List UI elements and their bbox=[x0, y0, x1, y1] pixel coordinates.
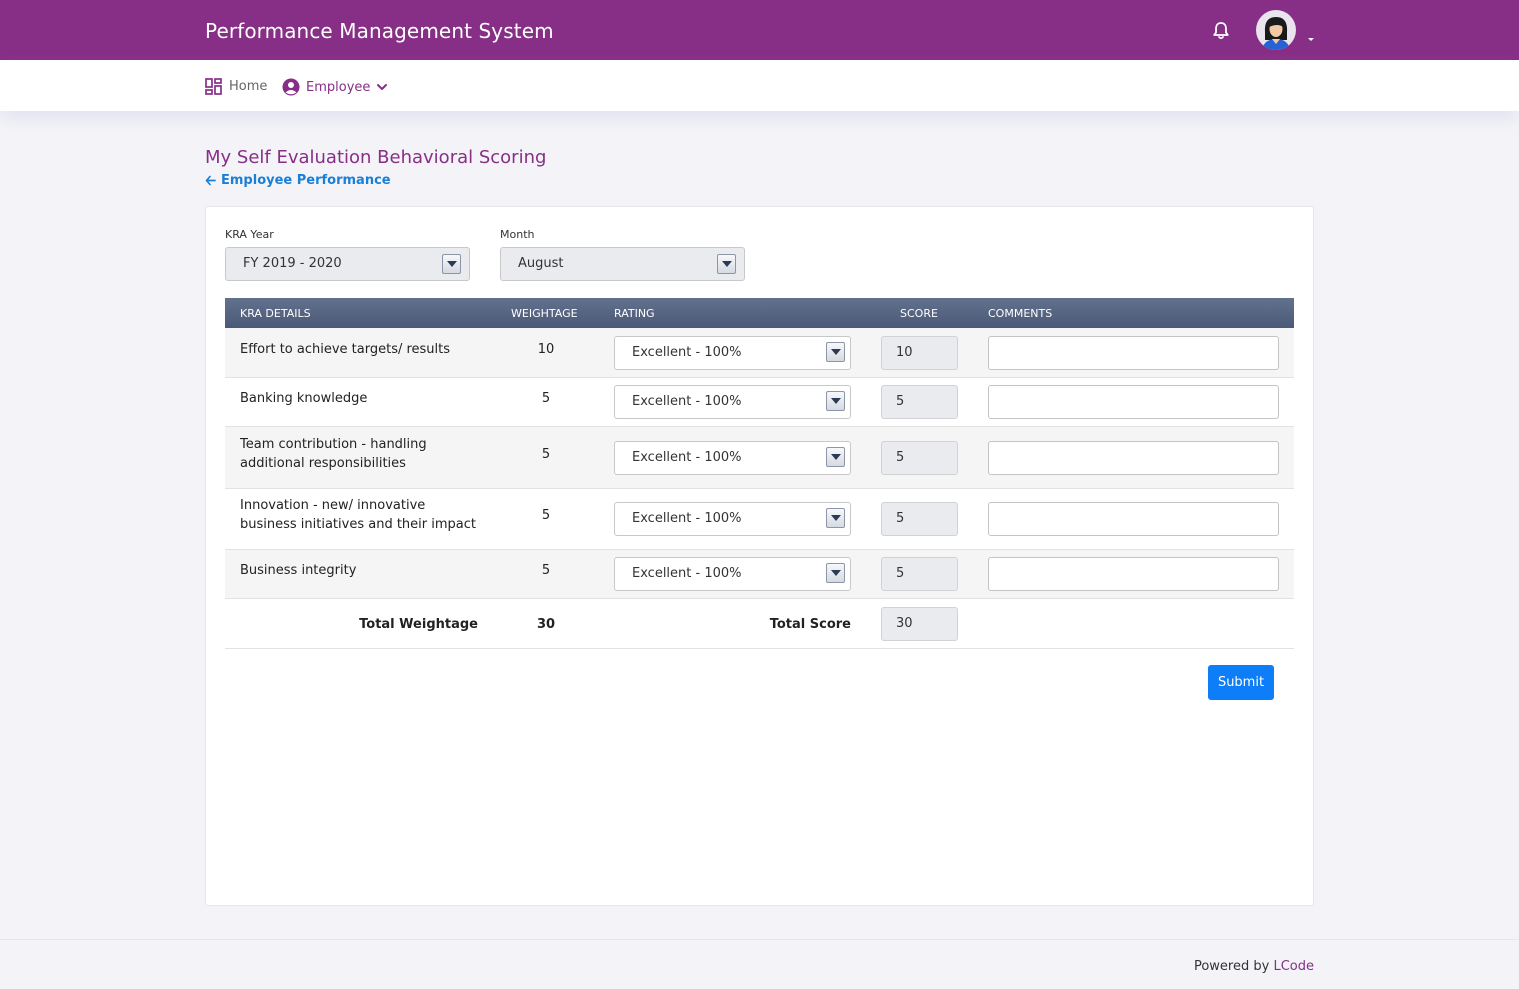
rating-select[interactable]: Excellent - 100% bbox=[614, 336, 851, 370]
column-header-rating: RATING bbox=[614, 307, 655, 320]
rating-value: Excellent - 100% bbox=[632, 394, 742, 409]
nav-home[interactable]: Home bbox=[205, 78, 267, 95]
total-score-label: Total Score bbox=[769, 617, 851, 632]
weightage-value: 5 bbox=[541, 563, 551, 578]
dropdown-arrow-icon bbox=[826, 508, 845, 528]
total-score-field: 30 bbox=[881, 607, 958, 641]
kra-detail-text: Business integrity bbox=[240, 563, 357, 578]
page-title: My Self Evaluation Behavioral Scoring bbox=[205, 147, 547, 168]
month-value: August bbox=[518, 256, 564, 271]
kra-year-label: KRA Year bbox=[225, 228, 274, 241]
nav-employee[interactable]: Employee bbox=[282, 78, 388, 96]
score-field: 5 bbox=[881, 441, 958, 475]
table-row: Innovation - new/ innovative business ini… bbox=[225, 489, 1294, 550]
column-header-weightage: WEIGHTAGE bbox=[511, 307, 578, 320]
user-circle-icon bbox=[282, 78, 300, 96]
column-header-score: SCORE bbox=[900, 307, 938, 320]
total-weightage-value: 30 bbox=[536, 617, 556, 632]
rating-value: Excellent - 100% bbox=[632, 345, 742, 360]
arrow-left-icon bbox=[205, 175, 216, 186]
rating-value: Excellent - 100% bbox=[632, 511, 742, 526]
column-header-comments: COMMENTS bbox=[988, 307, 1053, 320]
dashboard-icon bbox=[205, 78, 222, 95]
user-menu-caret-icon[interactable] bbox=[1308, 38, 1314, 41]
comment-input[interactable] bbox=[988, 441, 1279, 475]
comment-input[interactable] bbox=[988, 557, 1279, 591]
total-score-value: 30 bbox=[896, 616, 913, 631]
avatar[interactable] bbox=[1256, 10, 1296, 50]
score-field: 5 bbox=[881, 502, 958, 536]
table-row: Business integrity 5 Excellent - 100% 5 bbox=[225, 550, 1294, 599]
score-value: 5 bbox=[896, 566, 905, 581]
footer-prefix: Powered by bbox=[1193, 959, 1270, 974]
totals-row: Total Weightage 30 Total Score 30 bbox=[225, 599, 1294, 649]
score-value: 10 bbox=[896, 345, 913, 360]
score-value: 5 bbox=[896, 450, 905, 465]
weightage-value: 5 bbox=[541, 391, 551, 406]
total-weightage-label: Total Weightage bbox=[359, 617, 478, 632]
kra-detail: Business integrity bbox=[240, 561, 356, 580]
kra-detail-text: Banking knowledge bbox=[240, 391, 368, 406]
score-value: 5 bbox=[896, 511, 905, 526]
kra-detail: Innovation - new/ innovative business ini… bbox=[240, 496, 476, 534]
app-title: Performance Management System bbox=[205, 19, 554, 43]
rating-value: Excellent - 100% bbox=[632, 566, 742, 581]
kra-detail-text: business initiatives and their impact bbox=[240, 517, 476, 532]
rating-select[interactable]: Excellent - 100% bbox=[614, 557, 851, 591]
bell-icon[interactable] bbox=[1212, 21, 1230, 41]
score-field: 5 bbox=[881, 385, 958, 419]
avatar-image bbox=[1262, 17, 1290, 50]
kra-table: KRA DETAILS WEIGHTAGE RATING SCORE COMME… bbox=[225, 298, 1294, 649]
rating-select[interactable]: Excellent - 100% bbox=[614, 502, 851, 536]
comment-input[interactable] bbox=[988, 502, 1279, 536]
month-select[interactable]: August bbox=[500, 247, 745, 281]
back-link-label: Employee Performance bbox=[221, 173, 391, 188]
table-row: Team contribution - handling additional r… bbox=[225, 427, 1294, 489]
weightage-value: 10 bbox=[537, 342, 555, 357]
footer-brand-link[interactable]: LCode bbox=[1273, 959, 1314, 974]
top-bar: Performance Management System bbox=[0, 0, 1519, 60]
kra-year-select[interactable]: FY 2019 - 2020 bbox=[225, 247, 470, 281]
month-label: Month bbox=[500, 228, 535, 241]
score-field: 10 bbox=[881, 336, 958, 370]
dropdown-arrow-icon bbox=[826, 342, 845, 362]
dropdown-arrow-icon bbox=[442, 254, 461, 274]
weightage-value: 5 bbox=[541, 447, 551, 462]
kra-detail: Effort to achieve targets/ results bbox=[240, 340, 450, 359]
table-header: KRA DETAILS WEIGHTAGE RATING SCORE COMME… bbox=[225, 298, 1294, 328]
dropdown-arrow-icon bbox=[826, 563, 845, 583]
chevron-down-icon bbox=[377, 84, 388, 90]
table-row: Effort to achieve targets/ results 10 Ex… bbox=[225, 328, 1294, 378]
dropdown-arrow-icon bbox=[826, 447, 845, 467]
kra-detail-text: Team contribution - handling bbox=[240, 437, 427, 452]
kra-year-value: FY 2019 - 2020 bbox=[243, 256, 342, 271]
kra-detail-text: additional responsibilities bbox=[240, 456, 406, 471]
rating-select[interactable]: Excellent - 100% bbox=[614, 385, 851, 419]
kra-detail: Team contribution - handling additional r… bbox=[240, 435, 427, 473]
rating-select[interactable]: Excellent - 100% bbox=[614, 441, 851, 475]
kra-detail: Banking knowledge bbox=[240, 389, 367, 408]
nav-employee-label: Employee bbox=[306, 79, 371, 95]
comment-input[interactable] bbox=[988, 336, 1279, 370]
dropdown-arrow-icon bbox=[717, 254, 736, 274]
dropdown-arrow-icon bbox=[826, 391, 845, 411]
rating-value: Excellent - 100% bbox=[632, 450, 742, 465]
footer-text: Powered by LCode bbox=[1194, 959, 1314, 974]
kra-detail-text: Innovation - new/ innovative bbox=[240, 498, 426, 513]
score-field: 5 bbox=[881, 557, 958, 591]
nav-bar: Home Employee bbox=[0, 60, 1519, 111]
back-link[interactable]: Employee Performance bbox=[205, 173, 391, 188]
kra-detail-text: Effort to achieve targets/ results bbox=[240, 342, 451, 357]
comment-input[interactable] bbox=[988, 385, 1279, 419]
nav-home-label: Home bbox=[229, 79, 268, 94]
footer: Powered by LCode bbox=[0, 939, 1519, 989]
column-header-kra: KRA DETAILS bbox=[240, 307, 311, 320]
table-row: Banking knowledge 5 Excellent - 100% 5 bbox=[225, 378, 1294, 427]
submit-button[interactable]: Submit bbox=[1208, 665, 1274, 700]
score-value: 5 bbox=[896, 394, 905, 409]
weightage-value: 5 bbox=[541, 508, 551, 523]
